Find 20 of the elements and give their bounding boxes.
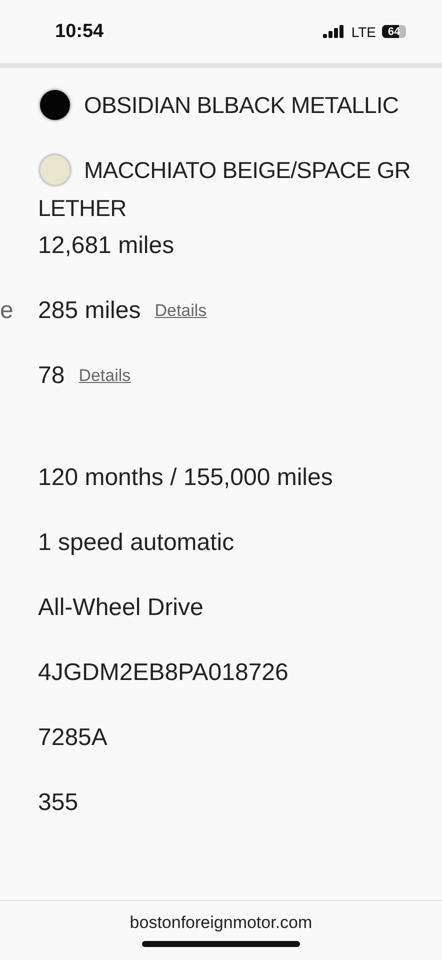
site-url: bostonforeignmotor.com xyxy=(130,913,312,933)
spec-value: 12,681 miles xyxy=(38,232,174,260)
spec-value: 355 xyxy=(38,789,78,817)
spec-value: MACCHIATO BEIGE/SPACE GR xyxy=(84,156,411,184)
spec-label: e xyxy=(0,296,14,326)
clock-time: 10:54 xyxy=(55,20,104,42)
spec-value: 4JGDM2EB8PA018726 xyxy=(38,659,288,687)
spec-value: 120 months / 155,000 miles xyxy=(38,464,333,492)
spec-value: 285 miles xyxy=(38,297,141,325)
network-type: LTE xyxy=(351,24,376,40)
details-link[interactable]: Details xyxy=(78,366,131,386)
spec-value: 7285A xyxy=(38,724,108,752)
home-indicator[interactable] xyxy=(142,941,300,947)
spec-value: 1 speed automatic xyxy=(38,529,234,557)
details-link[interactable]: Details xyxy=(154,301,207,321)
signal-icon xyxy=(323,25,346,38)
spec-value: 78 xyxy=(38,362,65,390)
spec-value: All-Wheel Drive xyxy=(38,594,204,622)
spec-value: LETHER xyxy=(38,194,126,222)
spec-value: OBSIDIAN BLBACK METALLIC xyxy=(84,92,399,118)
